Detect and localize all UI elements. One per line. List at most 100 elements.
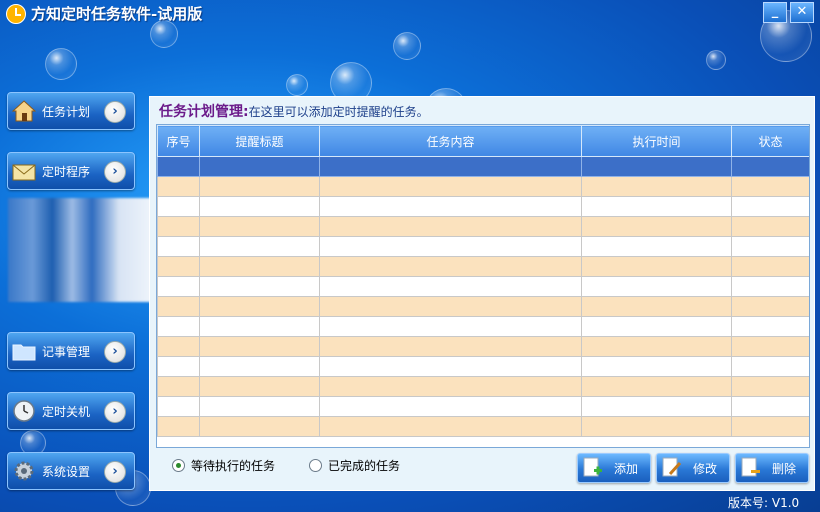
table-cell[interactable] bbox=[731, 216, 809, 237]
task-table[interactable]: 序号 提醒标题 任务内容 执行时间 状态 bbox=[156, 124, 810, 448]
table-cell[interactable] bbox=[319, 236, 582, 257]
table-cell[interactable] bbox=[581, 196, 732, 217]
add-button[interactable]: 添加 bbox=[577, 453, 651, 483]
table-row[interactable] bbox=[157, 316, 809, 337]
table-row[interactable] bbox=[157, 276, 809, 297]
table-cell[interactable] bbox=[319, 176, 582, 197]
table-cell[interactable] bbox=[199, 376, 320, 397]
table-cell[interactable] bbox=[731, 256, 809, 277]
table-cell[interactable] bbox=[731, 336, 809, 357]
table-cell[interactable] bbox=[199, 276, 320, 297]
table-cell[interactable] bbox=[199, 296, 320, 317]
table-cell[interactable] bbox=[199, 196, 320, 217]
table-cell[interactable] bbox=[157, 336, 200, 357]
table-cell[interactable] bbox=[731, 316, 809, 337]
table-cell[interactable] bbox=[157, 156, 200, 177]
column-header-time[interactable]: 执行时间 bbox=[581, 125, 732, 157]
table-cell[interactable] bbox=[157, 196, 200, 217]
table-cell[interactable] bbox=[157, 356, 200, 377]
column-header-content[interactable]: 任务内容 bbox=[319, 125, 582, 157]
table-cell[interactable] bbox=[319, 376, 582, 397]
table-cell[interactable] bbox=[157, 376, 200, 397]
table-row[interactable] bbox=[157, 416, 809, 437]
table-cell[interactable] bbox=[157, 296, 200, 317]
table-cell[interactable] bbox=[319, 156, 582, 177]
table-row[interactable] bbox=[157, 296, 809, 317]
table-cell[interactable] bbox=[319, 256, 582, 277]
table-row[interactable] bbox=[157, 256, 809, 277]
table-cell[interactable] bbox=[581, 256, 732, 277]
table-cell[interactable] bbox=[581, 176, 732, 197]
table-cell[interactable] bbox=[581, 356, 732, 377]
table-cell[interactable] bbox=[199, 256, 320, 277]
table-cell[interactable] bbox=[199, 156, 320, 177]
table-cell[interactable] bbox=[581, 236, 732, 257]
table-cell[interactable] bbox=[157, 176, 200, 197]
table-row[interactable] bbox=[157, 396, 809, 417]
table-cell[interactable] bbox=[199, 216, 320, 237]
column-header-status[interactable]: 状态 bbox=[731, 125, 809, 157]
table-cell[interactable] bbox=[199, 236, 320, 257]
table-cell[interactable] bbox=[731, 176, 809, 197]
sidebar-item-timed-program[interactable]: 定时程序 › bbox=[7, 152, 135, 190]
column-header-index[interactable]: 序号 bbox=[157, 125, 200, 157]
table-cell[interactable] bbox=[731, 296, 809, 317]
sidebar-item-shutdown[interactable]: 定时关机 › bbox=[7, 392, 135, 430]
close-button[interactable]: ✕ bbox=[790, 2, 814, 23]
table-row[interactable] bbox=[157, 376, 809, 397]
table-cell[interactable] bbox=[319, 396, 582, 417]
table-cell[interactable] bbox=[199, 336, 320, 357]
table-cell[interactable] bbox=[581, 216, 732, 237]
table-cell[interactable] bbox=[157, 236, 200, 257]
table-cell[interactable] bbox=[157, 216, 200, 237]
table-row[interactable] bbox=[157, 216, 809, 237]
minimize-button[interactable]: _ bbox=[763, 2, 787, 23]
table-cell[interactable] bbox=[731, 376, 809, 397]
table-cell[interactable] bbox=[319, 216, 582, 237]
filter-completed-radio[interactable]: 已完成的任务 bbox=[309, 457, 400, 474]
table-cell[interactable] bbox=[731, 276, 809, 297]
table-cell[interactable] bbox=[581, 336, 732, 357]
table-cell[interactable] bbox=[199, 176, 320, 197]
column-header-title[interactable]: 提醒标题 bbox=[199, 125, 320, 157]
sidebar-item-settings[interactable]: 系统设置 › bbox=[7, 452, 135, 490]
table-row[interactable] bbox=[157, 336, 809, 357]
table-row[interactable] bbox=[157, 156, 809, 177]
table-cell[interactable] bbox=[731, 156, 809, 177]
table-cell[interactable] bbox=[157, 256, 200, 277]
table-cell[interactable] bbox=[731, 396, 809, 417]
table-cell[interactable] bbox=[319, 336, 582, 357]
table-cell[interactable] bbox=[157, 316, 200, 337]
table-cell[interactable] bbox=[319, 276, 582, 297]
sidebar-item-task-plan[interactable]: 任务计划 › bbox=[7, 92, 135, 130]
table-row[interactable] bbox=[157, 236, 809, 257]
table-cell[interactable] bbox=[199, 356, 320, 377]
table-cell[interactable] bbox=[319, 316, 582, 337]
table-cell[interactable] bbox=[157, 396, 200, 417]
table-cell[interactable] bbox=[731, 236, 809, 257]
table-row[interactable] bbox=[157, 176, 809, 197]
table-cell[interactable] bbox=[581, 396, 732, 417]
table-row[interactable] bbox=[157, 196, 809, 217]
table-cell[interactable] bbox=[199, 396, 320, 417]
table-cell[interactable] bbox=[199, 416, 320, 437]
table-cell[interactable] bbox=[319, 416, 582, 437]
filter-pending-radio[interactable]: 等待执行的任务 bbox=[172, 457, 275, 474]
table-cell[interactable] bbox=[581, 296, 732, 317]
edit-button[interactable]: 修改 bbox=[656, 453, 730, 483]
table-cell[interactable] bbox=[581, 376, 732, 397]
sidebar-item-notes[interactable]: 记事管理 › bbox=[7, 332, 135, 370]
table-cell[interactable] bbox=[581, 156, 732, 177]
table-cell[interactable] bbox=[731, 196, 809, 217]
table-cell[interactable] bbox=[581, 276, 732, 297]
table-cell[interactable] bbox=[157, 276, 200, 297]
table-cell[interactable] bbox=[581, 316, 732, 337]
table-row[interactable] bbox=[157, 356, 809, 377]
table-cell[interactable] bbox=[319, 196, 582, 217]
table-cell[interactable] bbox=[157, 416, 200, 437]
table-cell[interactable] bbox=[199, 316, 320, 337]
table-cell[interactable] bbox=[581, 416, 732, 437]
table-cell[interactable] bbox=[319, 296, 582, 317]
table-cell[interactable] bbox=[731, 356, 809, 377]
table-cell[interactable] bbox=[319, 356, 582, 377]
